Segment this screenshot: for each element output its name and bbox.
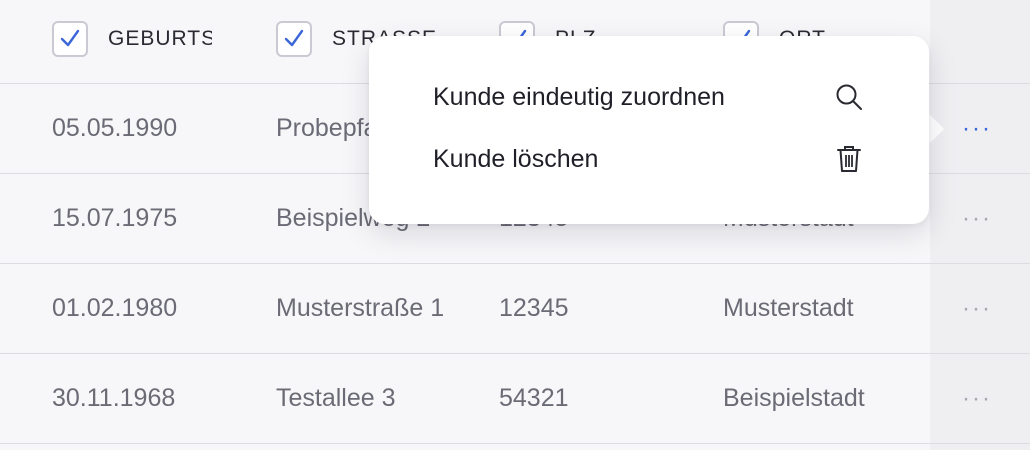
menu-item-assign-customer[interactable]: Kunde eindeutig zuordnen (433, 72, 865, 122)
check-icon (284, 29, 304, 47)
column-checkbox-geburtsdatum[interactable] (52, 21, 88, 57)
row-context-menu: Kunde eindeutig zuordnen Kunde löschen (369, 36, 929, 224)
cell-plz: 12345 (499, 294, 569, 322)
menu-item-label: Kunde löschen (433, 144, 599, 173)
menu-item-delete-customer[interactable]: Kunde löschen (433, 134, 865, 184)
row-divider (0, 443, 1030, 444)
cell-geburtsdatum: 01.02.1980 (52, 294, 178, 322)
cell-ort: Beispielstadt (723, 384, 865, 412)
row-actions-button[interactable]: ··· (962, 174, 992, 263)
column-checkbox-strasse[interactable] (276, 21, 312, 57)
trash-icon (833, 143, 865, 175)
cell-plz: 54321 (499, 384, 569, 412)
cell-geburtsdatum: 15.07.1975 (52, 204, 178, 232)
column-label: GEBURTSDATUM (108, 27, 212, 50)
menu-item-label: Kunde eindeutig zuordnen (433, 82, 725, 111)
table-row[interactable]: 01.02.1980 Musterstraße 1 12345 Musterst… (0, 264, 1030, 354)
cell-strasse: Testallee 3 (276, 384, 396, 412)
cell-geburtsdatum: 05.05.1990 (52, 114, 178, 142)
check-icon (60, 29, 80, 47)
cell-ort: Musterstadt (723, 294, 854, 322)
search-icon (833, 81, 865, 113)
column-header-geburtsdatum[interactable]: GEBURTSDATUM (52, 20, 212, 58)
table-row[interactable]: 30.11.1968 Testallee 3 54321 Beispielsta… (0, 354, 1030, 444)
row-actions-button[interactable]: ··· (962, 84, 992, 173)
cell-geburtsdatum: 30.11.1968 (52, 384, 176, 412)
row-actions-button[interactable]: ··· (962, 354, 992, 443)
cell-strasse: Musterstraße 1 (276, 294, 445, 322)
row-actions-button[interactable]: ··· (962, 264, 992, 353)
